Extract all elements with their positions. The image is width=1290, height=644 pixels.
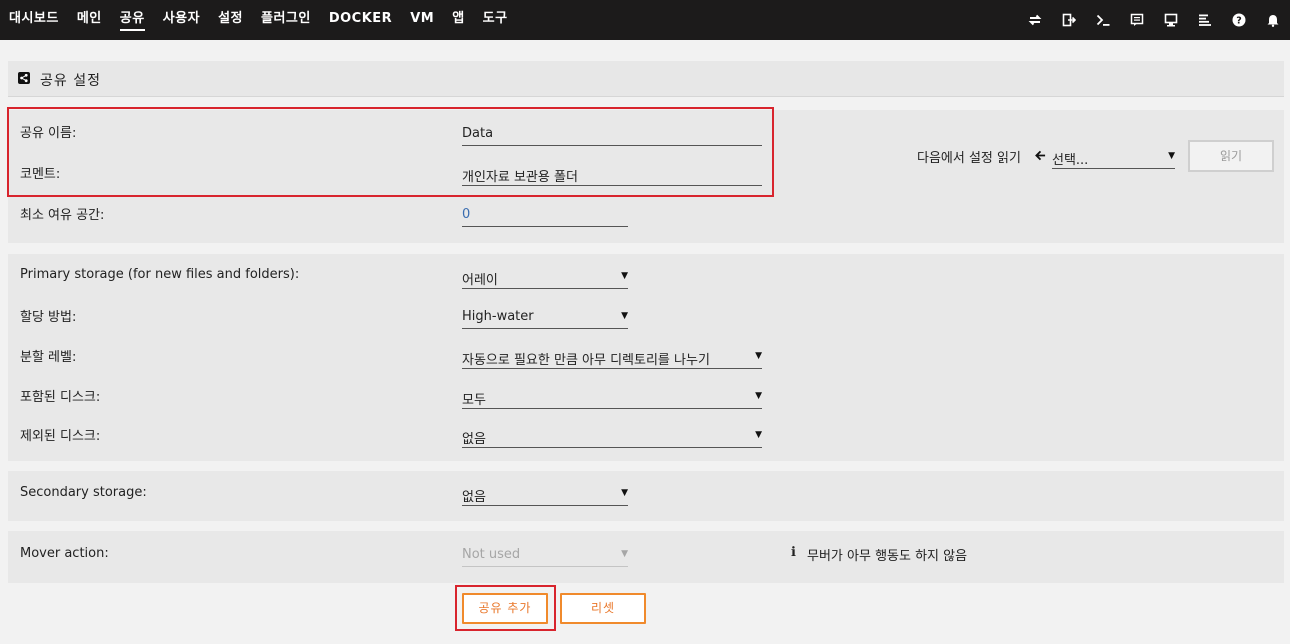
mover-action-label: Mover action: bbox=[20, 546, 109, 561]
reset-button[interactable]: 리셋 bbox=[560, 593, 646, 624]
arrow-left-icon bbox=[1035, 150, 1046, 161]
chevron-down-icon: ▼ bbox=[755, 391, 762, 401]
nav-users[interactable]: 사용자 bbox=[154, 0, 209, 40]
feedback-icon[interactable] bbox=[1120, 0, 1154, 40]
chevron-down-icon: ▼ bbox=[621, 271, 628, 281]
terminal-icon[interactable] bbox=[1086, 0, 1120, 40]
main-nav: 대시보드 메인 공유 사용자 설정 플러그인 DOCKER VM 앱 도구 bbox=[0, 0, 517, 40]
secondary-storage-value: 없음 bbox=[462, 490, 486, 505]
chevron-down-icon: ▼ bbox=[755, 351, 762, 361]
nav-vm[interactable]: VM bbox=[401, 0, 443, 40]
included-disks-value: 모두 bbox=[462, 393, 486, 408]
primary-storage-value: 어레이 bbox=[462, 273, 498, 288]
excluded-disks-label: 제외된 디스크: bbox=[20, 429, 101, 444]
primary-storage-label: Primary storage (for new files and folde… bbox=[20, 267, 300, 282]
secondary-storage-panel: Secondary storage: 없음 ▼ bbox=[8, 471, 1284, 521]
secondary-storage-label: Secondary storage: bbox=[20, 485, 147, 500]
primary-storage-panel: Primary storage (for new files and folde… bbox=[8, 254, 1284, 461]
split-level-value: 자동으로 필요한 만큼 아무 디렉토리를 나누기 bbox=[462, 353, 710, 368]
highlight-box-share-fields bbox=[7, 107, 774, 197]
chevron-down-icon: ▼ bbox=[755, 430, 762, 440]
chevron-down-icon: ▼ bbox=[621, 311, 628, 321]
allocation-method-select[interactable]: High-water ▼ bbox=[462, 305, 628, 329]
min-free-space-value: 0 bbox=[462, 207, 471, 222]
excluded-disks-select[interactable]: 없음 ▼ bbox=[462, 424, 762, 448]
nav-settings[interactable]: 설정 bbox=[209, 0, 252, 40]
nav-apps[interactable]: 앱 bbox=[443, 0, 473, 40]
read-settings-selected: 선택... bbox=[1052, 153, 1089, 168]
included-disks-select[interactable]: 모두 ▼ bbox=[462, 385, 762, 409]
info-icon: ℹ bbox=[791, 545, 796, 560]
allocation-method-value: High-water bbox=[462, 309, 534, 324]
split-level-label: 분할 레벨: bbox=[20, 350, 77, 365]
nav-tools[interactable]: 도구 bbox=[474, 0, 517, 40]
nav-main[interactable]: 메인 bbox=[68, 0, 111, 40]
mover-action-select: Not used ▼ bbox=[462, 543, 628, 567]
top-nav-bar: 대시보드 메인 공유 사용자 설정 플러그인 DOCKER VM 앱 도구 ? bbox=[0, 0, 1290, 40]
split-level-select[interactable]: 자동으로 필요한 만큼 아무 디렉토리를 나누기 ▼ bbox=[462, 345, 762, 369]
read-settings-select[interactable]: 선택... ▼ bbox=[1052, 145, 1175, 169]
chevron-down-icon: ▼ bbox=[621, 549, 628, 559]
monitor-icon[interactable] bbox=[1154, 0, 1188, 40]
logout-icon[interactable] bbox=[1052, 0, 1086, 40]
nav-shares[interactable]: 공유 bbox=[111, 0, 154, 40]
help-icon[interactable]: ? bbox=[1222, 0, 1256, 40]
page-title-bar: 공유 설정 bbox=[8, 61, 1284, 97]
mover-action-panel: Mover action: Not used ▼ ℹ 무버가 아무 행동도 하지… bbox=[8, 531, 1284, 583]
allocation-method-label: 할당 방법: bbox=[20, 310, 77, 325]
bell-icon[interactable] bbox=[1256, 0, 1290, 40]
primary-storage-select[interactable]: 어레이 ▼ bbox=[462, 265, 628, 289]
page-title: 공유 설정 bbox=[40, 73, 101, 89]
mover-action-info: 무버가 아무 행동도 하지 않음 bbox=[807, 549, 968, 564]
nav-dashboard[interactable]: 대시보드 bbox=[0, 0, 68, 40]
nav-docker[interactable]: DOCKER bbox=[320, 0, 401, 40]
log-icon[interactable] bbox=[1188, 0, 1222, 40]
chevron-down-icon: ▼ bbox=[1168, 151, 1175, 161]
read-button[interactable]: 읽기 bbox=[1188, 140, 1274, 172]
sync-icon[interactable] bbox=[1018, 0, 1052, 40]
excluded-disks-value: 없음 bbox=[462, 432, 486, 447]
read-settings-label: 다음에서 설정 읽기 bbox=[917, 151, 1021, 166]
min-free-space-label: 최소 여유 공간: bbox=[20, 208, 105, 223]
highlight-box-add-share bbox=[455, 585, 556, 631]
min-free-space-input[interactable]: 0 bbox=[462, 203, 628, 227]
share-icon bbox=[18, 72, 30, 84]
secondary-storage-select[interactable]: 없음 ▼ bbox=[462, 482, 628, 506]
included-disks-label: 포함된 디스크: bbox=[20, 390, 101, 405]
svg-text:?: ? bbox=[1236, 16, 1242, 27]
nav-plugins[interactable]: 플러그인 bbox=[252, 0, 320, 40]
mover-action-value: Not used bbox=[462, 547, 521, 562]
top-icon-group: ? bbox=[1018, 0, 1290, 40]
chevron-down-icon: ▼ bbox=[621, 488, 628, 498]
